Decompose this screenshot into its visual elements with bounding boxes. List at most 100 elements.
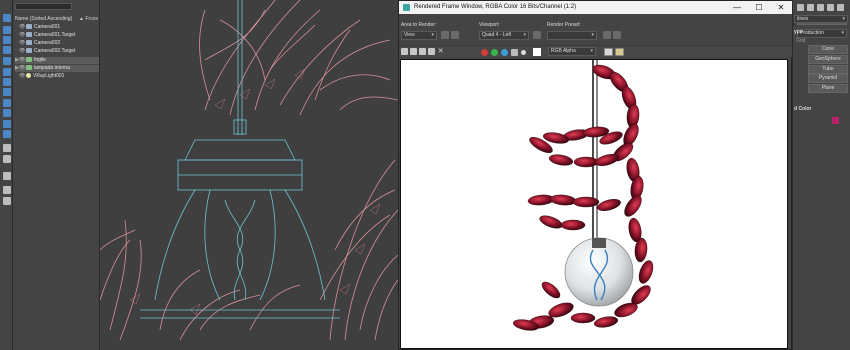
background-color-swatch[interactable] bbox=[533, 48, 541, 56]
chevron-down-icon: ▾ bbox=[591, 32, 594, 38]
scene-explorer: Name (Sorted Ascending) ▲ Froze 👁 Camera0… bbox=[13, 0, 100, 350]
auto-region-icon[interactable] bbox=[451, 31, 459, 39]
object-type-heading: ype bbox=[794, 29, 803, 35]
geometry-icon bbox=[26, 57, 32, 63]
viewport-left[interactable] bbox=[100, 0, 398, 350]
window-titlebar[interactable]: Rendered Frame Window, RGBA Color 16 Bit… bbox=[399, 1, 792, 14]
minimize-button[interactable]: — bbox=[726, 1, 748, 14]
chevron-down-icon: ▾ bbox=[523, 32, 526, 38]
hierarchy-tab-icon[interactable] bbox=[817, 4, 824, 11]
viewport-value: Quad 4 - Left bbox=[482, 32, 512, 38]
select-tool-icon[interactable] bbox=[3, 14, 11, 22]
green-channel-icon[interactable] bbox=[491, 49, 498, 56]
modify-tab-icon[interactable] bbox=[807, 4, 814, 11]
shape-filter-icon[interactable] bbox=[3, 68, 11, 76]
rendered-frame-window: Rendered Frame Window, RGBA Color 16 Bit… bbox=[398, 0, 792, 350]
eye-icon[interactable]: 👁 bbox=[19, 65, 26, 72]
list-item-label: Camera001 bbox=[34, 24, 61, 30]
left-toolbar bbox=[0, 0, 13, 350]
list-item-label: Camera002 bbox=[34, 40, 61, 46]
camera-filter-icon[interactable] bbox=[3, 36, 11, 44]
plane-button[interactable]: Plane bbox=[808, 84, 848, 93]
maximize-button[interactable]: ☐ bbox=[748, 1, 770, 14]
close-button[interactable]: ✕ bbox=[770, 1, 792, 14]
eye-icon[interactable]: 👁 bbox=[19, 48, 26, 55]
toggle-ui-overlay-icon[interactable] bbox=[604, 48, 613, 56]
eye-icon[interactable]: 👁 bbox=[19, 24, 26, 31]
folder-icon[interactable] bbox=[3, 197, 11, 205]
eye-icon[interactable]: 👁 bbox=[19, 40, 26, 47]
display-tool-icon[interactable] bbox=[3, 26, 11, 34]
command-panel-content: itives ▾ ype Grid Cone GeoSphere Tube Pyr… bbox=[792, 14, 850, 350]
explorer-frozen-header[interactable]: ▲ Froze bbox=[79, 16, 98, 22]
explorer-item-vraylight001[interactable]: 👁 VRayLight001 bbox=[15, 73, 99, 80]
camera-target-icon bbox=[26, 48, 32, 54]
motion-tab-icon[interactable] bbox=[827, 4, 834, 11]
viewport-select[interactable]: Quad 4 - Left ▾ bbox=[479, 31, 529, 40]
monochrome-icon[interactable] bbox=[521, 50, 526, 55]
explorer-item-foglie[interactable]: ▶👁 foglie bbox=[15, 57, 99, 64]
filter-icon[interactable] bbox=[3, 186, 11, 194]
hierarchy-icon[interactable] bbox=[3, 155, 11, 163]
render-controls: Area to Render: View ▾ Viewport: Quad 4 -… bbox=[399, 14, 792, 45]
camera-icon bbox=[26, 24, 32, 30]
render-image bbox=[400, 59, 788, 349]
geometry-filter-icon[interactable] bbox=[3, 46, 11, 54]
explorer-item-camera002-target[interactable]: 👁 Camera002.Target bbox=[15, 48, 99, 55]
clone-window-icon[interactable] bbox=[419, 48, 426, 55]
explorer-item-camera002[interactable]: 👁 Camera002 bbox=[15, 40, 99, 47]
save-image-icon[interactable] bbox=[401, 48, 408, 55]
xref-filter-icon[interactable] bbox=[3, 120, 11, 128]
blue-channel-icon[interactable] bbox=[501, 49, 508, 56]
tube-button[interactable]: Tube bbox=[808, 65, 848, 74]
eye-icon[interactable]: 👁 bbox=[19, 73, 26, 80]
area-to-render-select[interactable]: View ▾ bbox=[401, 31, 437, 40]
create-tab-icon[interactable] bbox=[797, 4, 804, 11]
clear-icon[interactable]: ✕ bbox=[437, 48, 444, 55]
object-color-swatch[interactable] bbox=[832, 117, 839, 124]
area-to-render-value: View bbox=[404, 32, 415, 38]
container-filter-icon[interactable] bbox=[3, 130, 11, 138]
camera-icon bbox=[26, 40, 32, 46]
render-setup-icon[interactable] bbox=[603, 31, 611, 39]
environment-icon[interactable] bbox=[613, 31, 621, 39]
bone-filter-icon[interactable] bbox=[3, 99, 11, 107]
channel-display-select[interactable]: RGB Alpha ▾ bbox=[548, 47, 596, 56]
rendered-lamp-image bbox=[512, 60, 654, 331]
group-filter-icon[interactable] bbox=[3, 109, 11, 117]
category-select[interactable]: itives ▾ bbox=[794, 15, 848, 23]
edit-region-icon[interactable] bbox=[441, 31, 449, 39]
wireframe-scene bbox=[100, 0, 398, 341]
render-preset-select[interactable]: ▾ bbox=[547, 31, 597, 40]
lock-viewport-icon[interactable] bbox=[533, 31, 541, 39]
light-filter-icon[interactable] bbox=[3, 57, 11, 65]
geosphere-button[interactable]: GeoSphere bbox=[808, 55, 848, 64]
eye-icon[interactable]: 👁 bbox=[19, 32, 26, 39]
category-value: itives bbox=[797, 16, 809, 22]
list-item-label: Camera002.Target bbox=[34, 48, 76, 54]
toggle-ui-icon[interactable] bbox=[615, 48, 624, 56]
eye-icon[interactable]: 👁 bbox=[19, 57, 26, 64]
layer-icon[interactable] bbox=[3, 144, 11, 152]
viewport-label: Viewport: bbox=[479, 22, 500, 28]
utilities-tab-icon[interactable] bbox=[837, 4, 844, 11]
pyramid-button[interactable]: Pyramid bbox=[808, 74, 848, 83]
explorer-item-lampada-interna[interactable]: ▶👁 lampada interna bbox=[15, 65, 99, 72]
explorer-item-camera001[interactable]: 👁 Camera001 bbox=[15, 24, 99, 31]
list-item-label: foglie bbox=[34, 57, 46, 63]
helper-filter-icon[interactable] bbox=[3, 78, 11, 86]
explorer-item-camera001-target[interactable]: 👁 Camera001.Target bbox=[15, 32, 99, 39]
copy-image-icon[interactable] bbox=[410, 48, 417, 55]
frame-toolbar: ✕ RGB Alpha ▾ bbox=[399, 45, 792, 57]
collapse-icon[interactable] bbox=[3, 172, 11, 180]
red-channel-icon[interactable] bbox=[481, 49, 488, 56]
autogrid-label: Grid bbox=[796, 38, 806, 44]
print-image-icon[interactable] bbox=[428, 48, 435, 55]
spacewarp-filter-icon[interactable] bbox=[3, 88, 11, 96]
geometry-icon bbox=[26, 65, 32, 71]
list-item-label: lampada interna bbox=[34, 65, 70, 71]
explorer-search-input[interactable] bbox=[15, 3, 72, 10]
list-item-label: Camera001.Target bbox=[34, 32, 76, 38]
alpha-channel-icon[interactable] bbox=[511, 49, 518, 56]
cone-button[interactable]: Cone bbox=[808, 45, 848, 54]
